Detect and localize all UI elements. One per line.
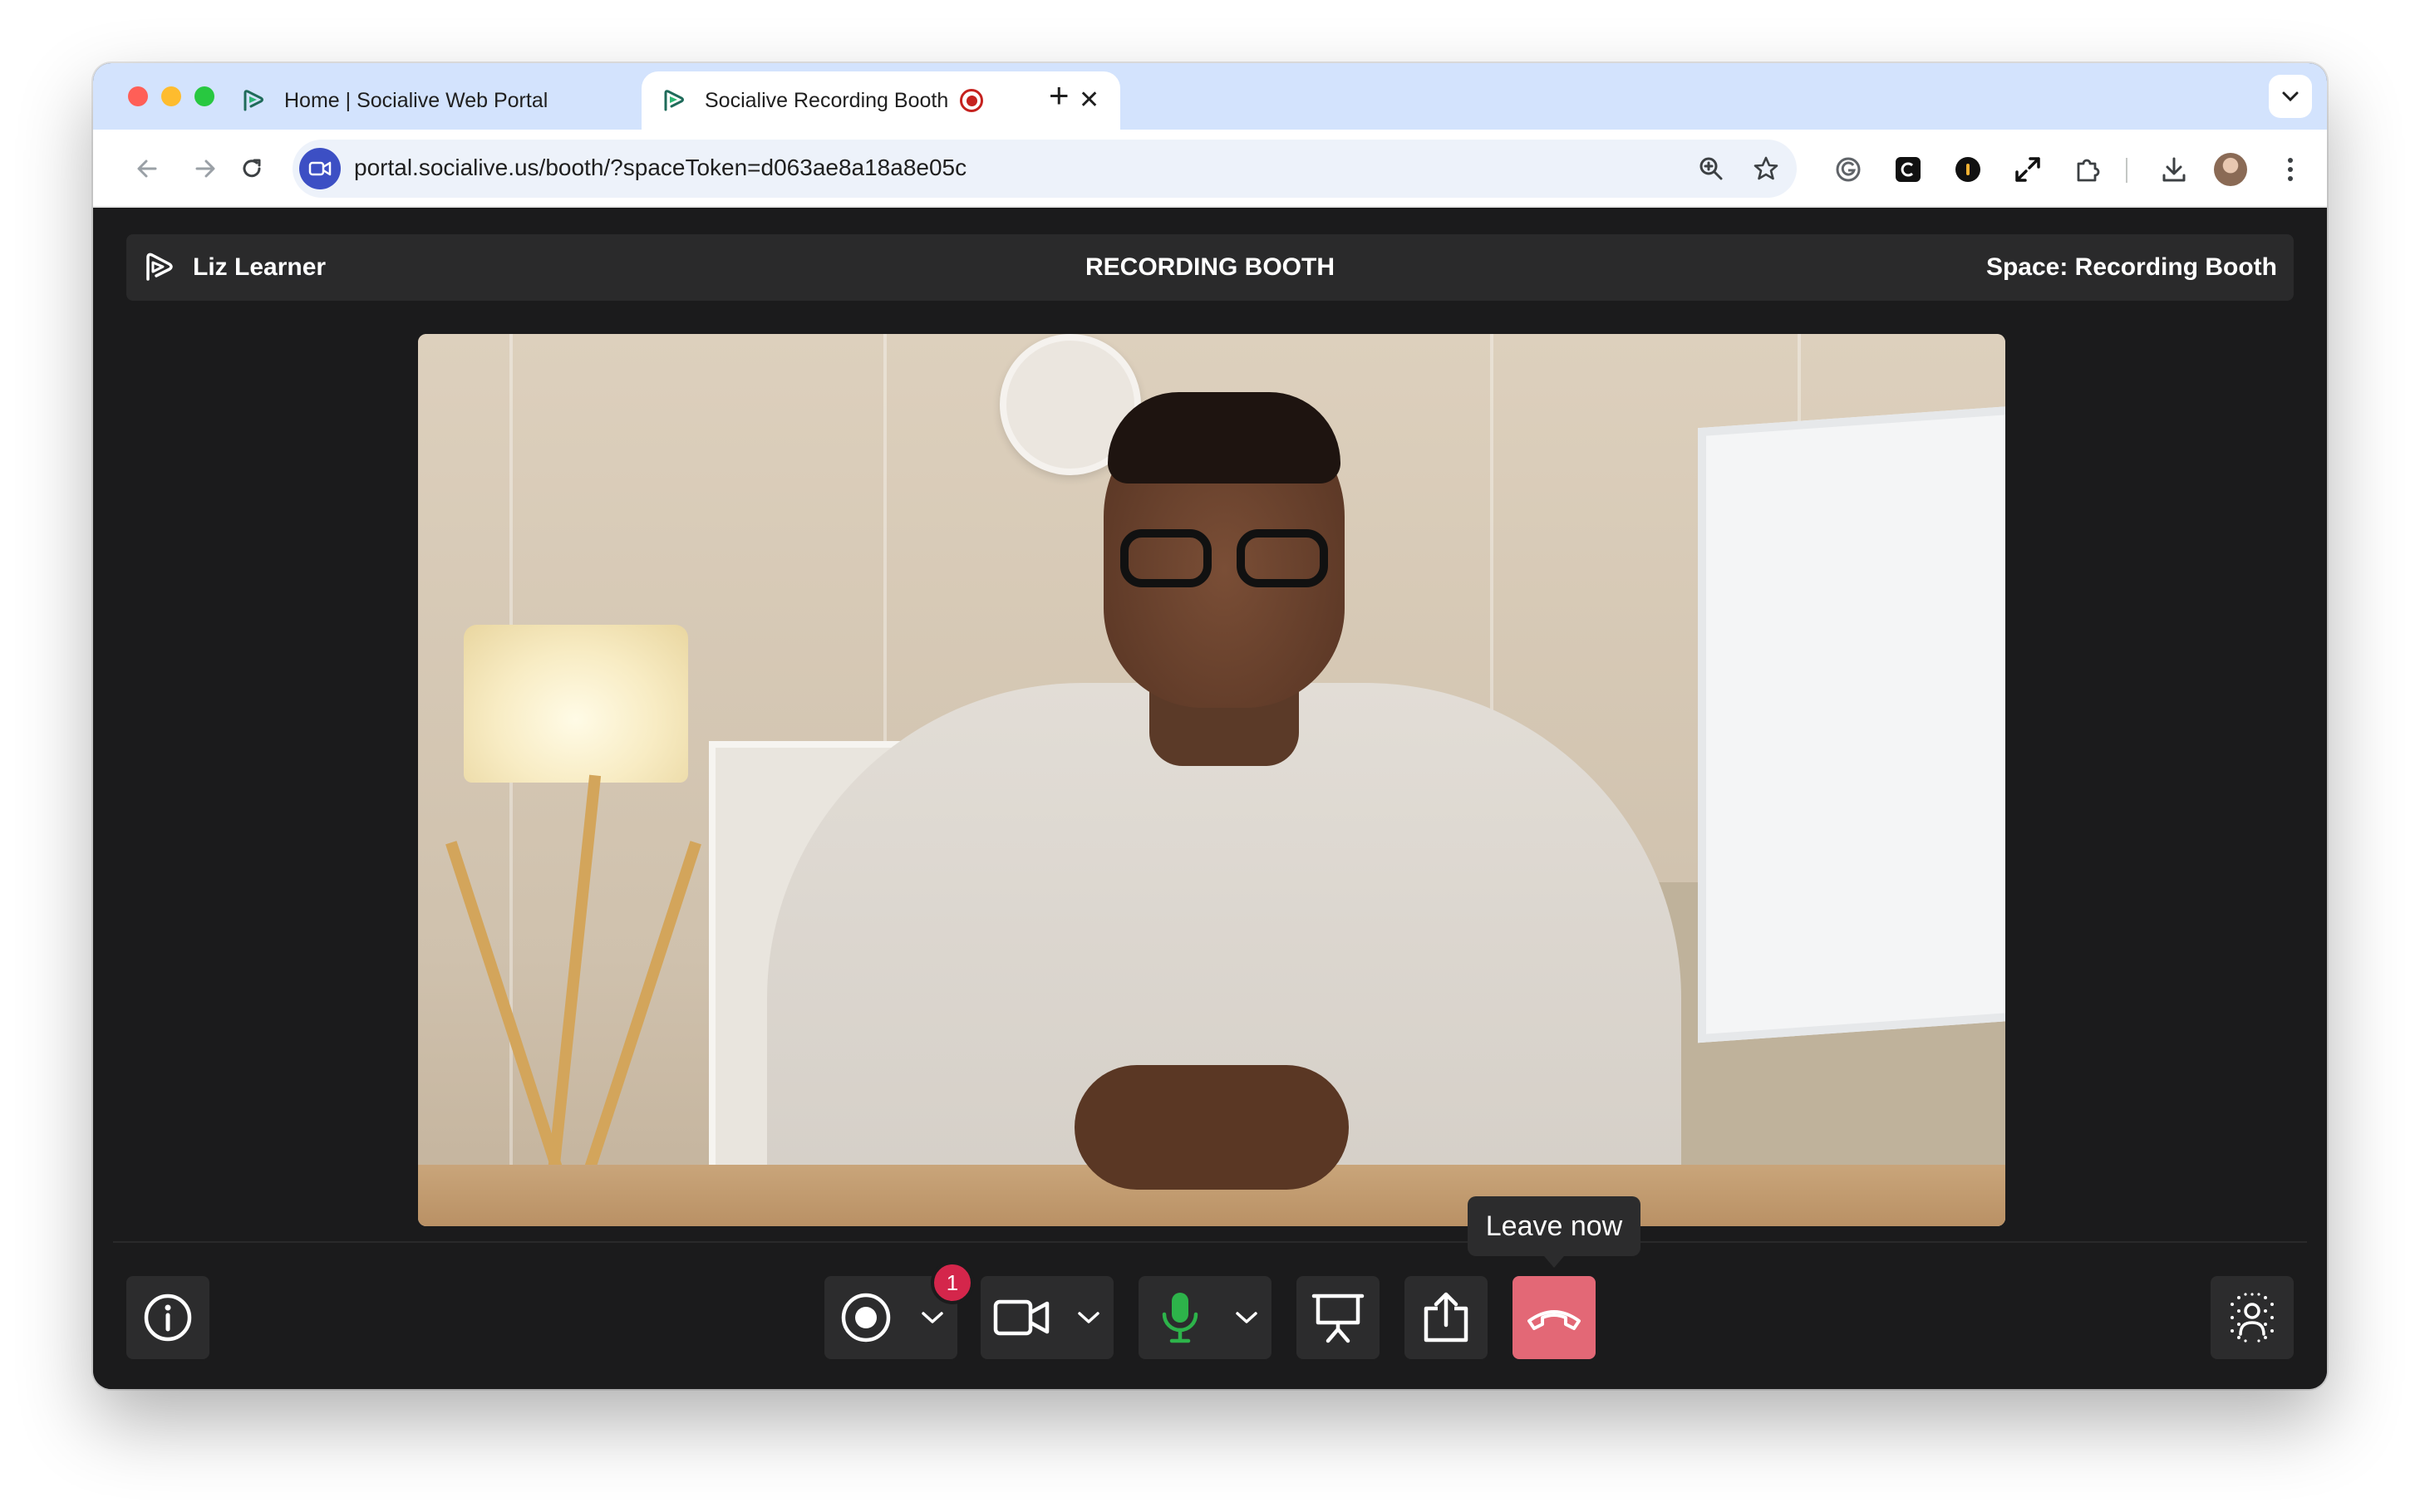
new-tab-button[interactable]: +	[1049, 78, 1070, 113]
forward-button[interactable]	[186, 150, 224, 188]
app-header: Liz Learner RECORDING BOOTH Space: Recor…	[126, 234, 2294, 301]
extensions-puzzle-icon[interactable]	[2071, 153, 2104, 186]
space-label: Space: Recording Booth	[1985, 253, 2277, 281]
camera-toggle-button[interactable]	[981, 1276, 1064, 1359]
toolbar-divider	[2126, 158, 2127, 183]
socialive-favicon-icon	[243, 90, 263, 111]
tab-title: Socialive Recording Booth	[705, 88, 949, 112]
tab-strip: Home | Socialive Web Portal ✕ Socialive …	[93, 63, 2327, 130]
info-icon	[144, 1294, 192, 1342]
reload-icon	[243, 159, 261, 178]
video-camera-icon	[308, 161, 332, 176]
recording-booth-app: Liz Learner RECORDING BOOTH Space: Recor…	[93, 208, 2327, 1389]
arrow-right-icon	[195, 160, 215, 178]
glasses-lens	[1120, 529, 1212, 587]
share-button[interactable]	[1404, 1276, 1488, 1359]
browser-window: Home | Socialive Web Portal ✕ Socialive …	[93, 63, 2327, 1389]
microphone-toggle-button[interactable]	[1139, 1276, 1222, 1359]
tab-title: Home | Socialive Web Portal	[284, 88, 548, 112]
camera-options-button[interactable]	[1064, 1276, 1114, 1359]
browser-toolbar: portal.socialive.us/booth/?spaceToken=d0…	[93, 130, 2327, 208]
chevron-down-icon	[922, 1312, 943, 1323]
recording-indicator-icon	[960, 89, 984, 112]
person-hair	[1108, 392, 1340, 484]
url-text[interactable]: portal.socialive.us/booth/?spaceToken=d0…	[354, 155, 967, 181]
site-info-icon[interactable]	[299, 148, 341, 189]
hang-up-phone-icon	[1527, 1310, 1581, 1330]
downloads-icon[interactable]	[2157, 153, 2191, 186]
expand-icon[interactable]	[2011, 153, 2044, 186]
socialive-favicon-icon	[664, 90, 684, 111]
browser-menu-icon[interactable]	[2274, 153, 2307, 186]
background-effects-button[interactable]	[2211, 1276, 2294, 1359]
info-button[interactable]	[126, 1276, 209, 1359]
arrow-left-icon	[137, 160, 157, 178]
presentation-icon	[1311, 1294, 1365, 1343]
microphone-options-button[interactable]	[1222, 1276, 1271, 1359]
control-bar-divider	[113, 1241, 2307, 1243]
chevron-down-icon	[1078, 1312, 1099, 1323]
share-upload-icon	[1424, 1292, 1468, 1343]
whiteboard	[1698, 405, 2005, 1043]
person-hands	[1075, 1065, 1349, 1190]
zoom-window-button[interactable]	[194, 86, 214, 106]
extension-password-icon[interactable]	[1951, 153, 1985, 186]
camera-control	[981, 1276, 1114, 1359]
extension-c-icon[interactable]	[1891, 153, 1925, 186]
microphone-icon	[1162, 1293, 1198, 1343]
close-window-button[interactable]	[128, 86, 148, 106]
profile-avatar[interactable]	[2214, 153, 2247, 186]
background-blur-icon	[2231, 1293, 2274, 1343]
address-bar[interactable]: portal.socialive.us/booth/?spaceToken=d0…	[293, 140, 1797, 198]
record-icon	[841, 1293, 891, 1343]
glasses-lens	[1237, 529, 1328, 587]
lamp-shade	[464, 625, 688, 783]
chevron-down-icon	[2282, 91, 2299, 102]
microphone-control	[1139, 1276, 1271, 1359]
back-button[interactable]	[128, 150, 166, 188]
video-camera-icon	[993, 1299, 1050, 1336]
tab-search-button[interactable]	[2269, 75, 2312, 118]
bookmark-star-icon[interactable]	[1752, 155, 1780, 183]
camera-preview	[418, 334, 2005, 1226]
grammarly-extension-icon[interactable]	[1832, 153, 1865, 186]
leave-tooltip: Leave now	[1468, 1196, 1640, 1268]
leave-button[interactable]	[1512, 1276, 1596, 1359]
zoom-icon[interactable]	[1697, 155, 1725, 183]
present-button[interactable]	[1296, 1276, 1380, 1359]
chevron-down-icon	[1236, 1312, 1257, 1323]
close-tab-icon[interactable]: ✕	[1079, 88, 1099, 113]
minimize-window-button[interactable]	[161, 86, 181, 106]
notification-badge: 1	[931, 1261, 974, 1304]
reload-button[interactable]	[233, 150, 271, 188]
record-button[interactable]	[824, 1276, 908, 1359]
page-title: RECORDING BOOTH	[1085, 253, 1335, 281]
